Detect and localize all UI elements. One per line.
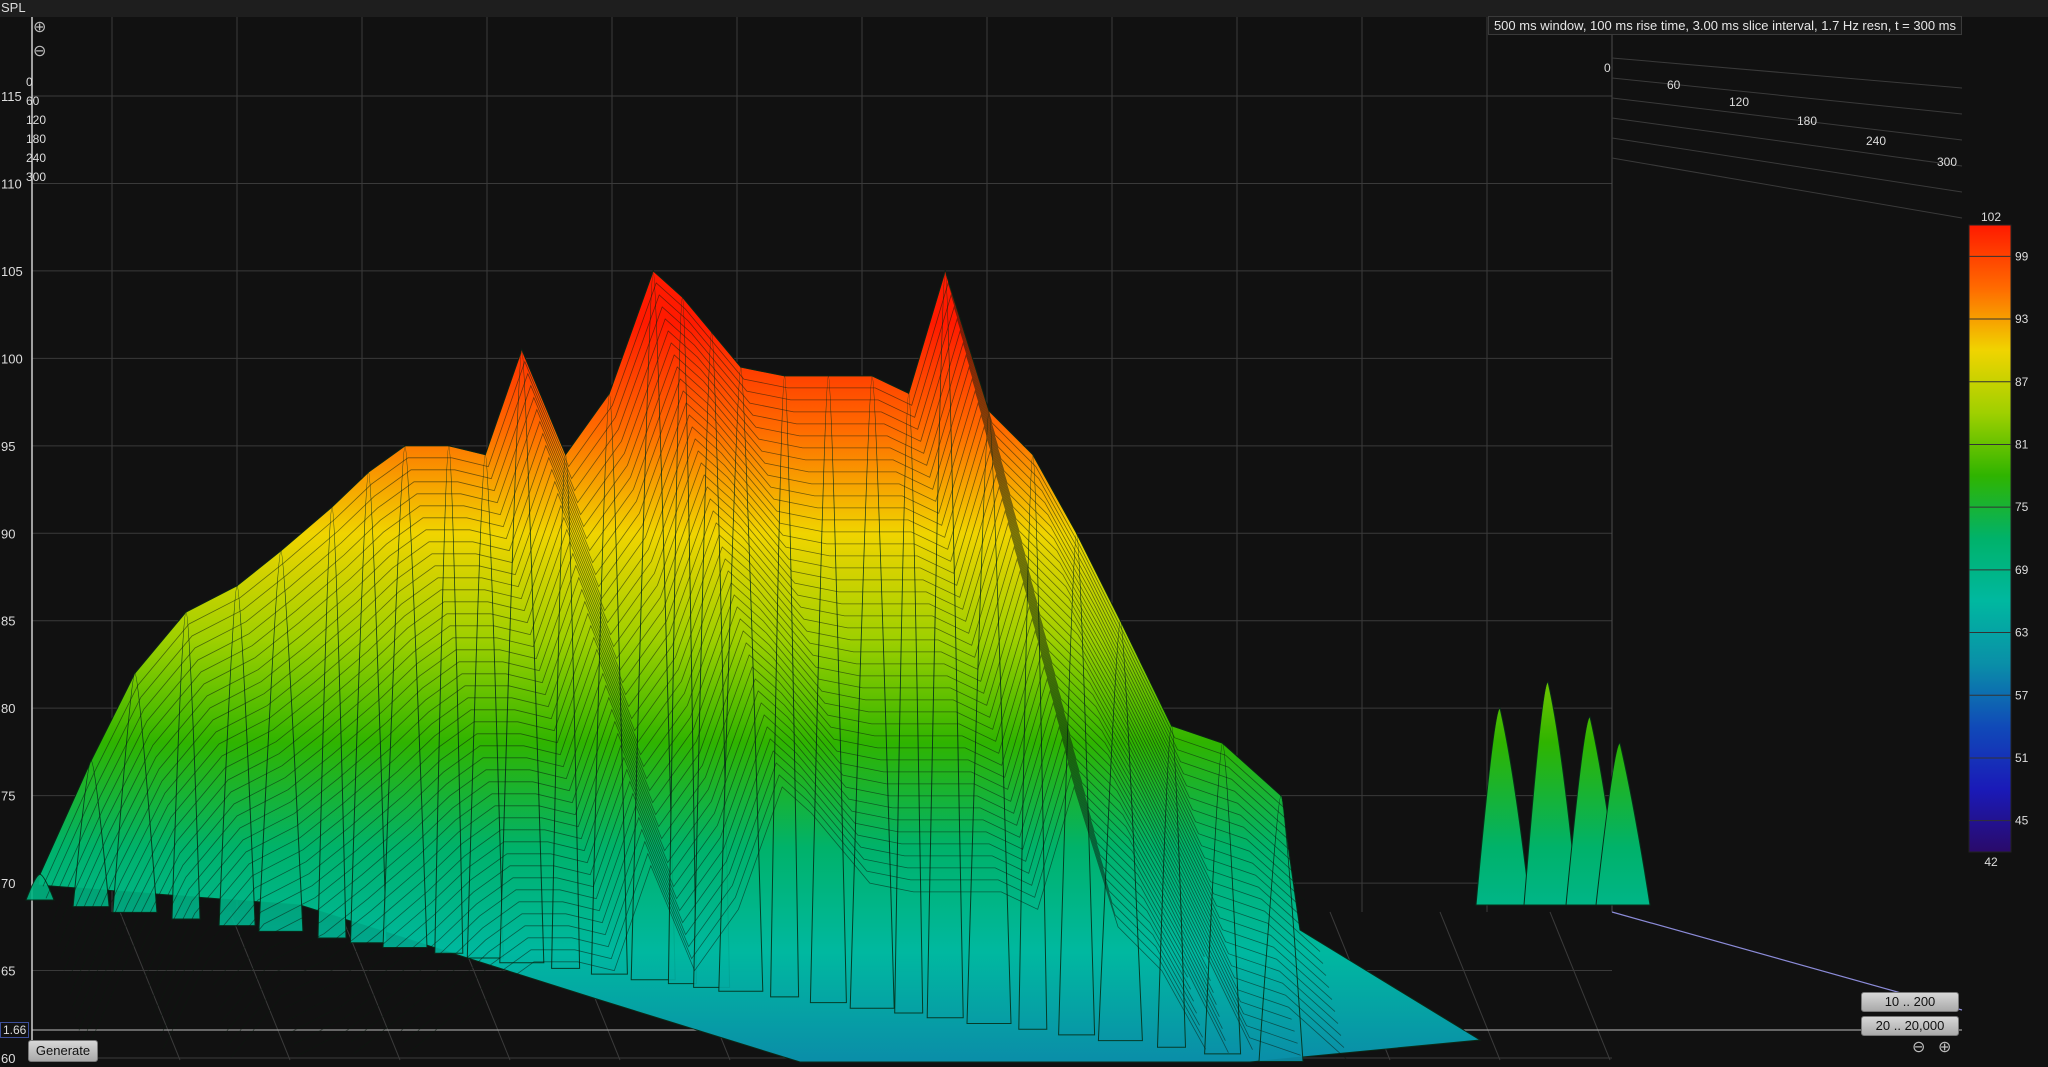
- time-tick-label: 0: [26, 75, 33, 89]
- time-tick-label: 120: [26, 113, 46, 127]
- y-tick-label: 115: [1, 89, 22, 104]
- colorbar-tick-label: 69: [2015, 563, 2029, 577]
- y-tick-label: 60: [1, 1051, 15, 1066]
- time-tick-label: 0: [1604, 61, 1611, 75]
- colorbar-tick-label: 75: [2015, 500, 2029, 514]
- waterfall-plot[interactable]: 60 65 70 75 80 85 90 95 100 105 110 115 0 0 60 60 120 120…: [0, 0, 2048, 1067]
- zoom-in-icon[interactable]: ⊕: [1938, 1040, 1951, 1056]
- colorbar-tick-label: 81: [2015, 437, 2029, 451]
- time-tick-label: 300: [1937, 155, 1957, 169]
- freq-range-full-button[interactable]: 20 .. 20,000: [1861, 1016, 1959, 1036]
- y-axis-title: SPL: [1, 0, 26, 15]
- y-tick-label: 85: [1, 614, 15, 629]
- y-tick-label: 105: [1, 264, 23, 279]
- time-tick-label: 300: [26, 170, 46, 184]
- colorbar-tick-label: 87: [2015, 375, 2029, 389]
- zoom-out-icon[interactable]: ⊖: [33, 44, 46, 60]
- y-tick-label: 80: [1, 701, 15, 716]
- colorbar-tick-label: 45: [2015, 814, 2029, 828]
- y-tick-label: 95: [1, 439, 15, 454]
- time-tick-label: 240: [26, 151, 46, 165]
- colorbar-tick-label: 57: [2015, 688, 2029, 702]
- y-tick-label: 75: [1, 789, 15, 804]
- time-tick-label: 180: [1797, 114, 1817, 128]
- y-tick-label: 70: [1, 876, 15, 891]
- colorbar-tick-label: 63: [2015, 626, 2029, 640]
- time-tick-label: 60: [26, 94, 40, 108]
- y-tick-label: 100: [1, 351, 23, 366]
- time-tick-label: 240: [1866, 134, 1886, 148]
- analysis-info: 500 ms window, 100 ms rise time, 3.00 ms…: [1487, 16, 1962, 35]
- time-tick-label: 180: [26, 132, 46, 146]
- colorbar-tick-label: 99: [2015, 249, 2029, 263]
- time-tick-label: 60: [1667, 78, 1681, 92]
- zoom-out-icon[interactable]: ⊖: [1912, 1040, 1925, 1056]
- y-tick-label: 65: [1, 964, 15, 979]
- colorbar-tick-label: 42: [1984, 855, 1998, 869]
- colorbar-tick-label: 93: [2015, 312, 2029, 326]
- y-tick-label: 110: [1, 176, 22, 191]
- freq-range-low-button[interactable]: 10 .. 200: [1861, 992, 1959, 1012]
- colorbar-tick-label: 51: [2015, 751, 2029, 765]
- generate-button[interactable]: Generate: [28, 1040, 98, 1062]
- y-tick-label: 90: [1, 526, 15, 541]
- colorbar-tick-label: 102: [1981, 210, 2001, 224]
- time-tick-label: 120: [1729, 95, 1749, 109]
- zoom-in-icon[interactable]: ⊕: [33, 20, 46, 36]
- axis-edge-value[interactable]: 1.66: [0, 1022, 30, 1038]
